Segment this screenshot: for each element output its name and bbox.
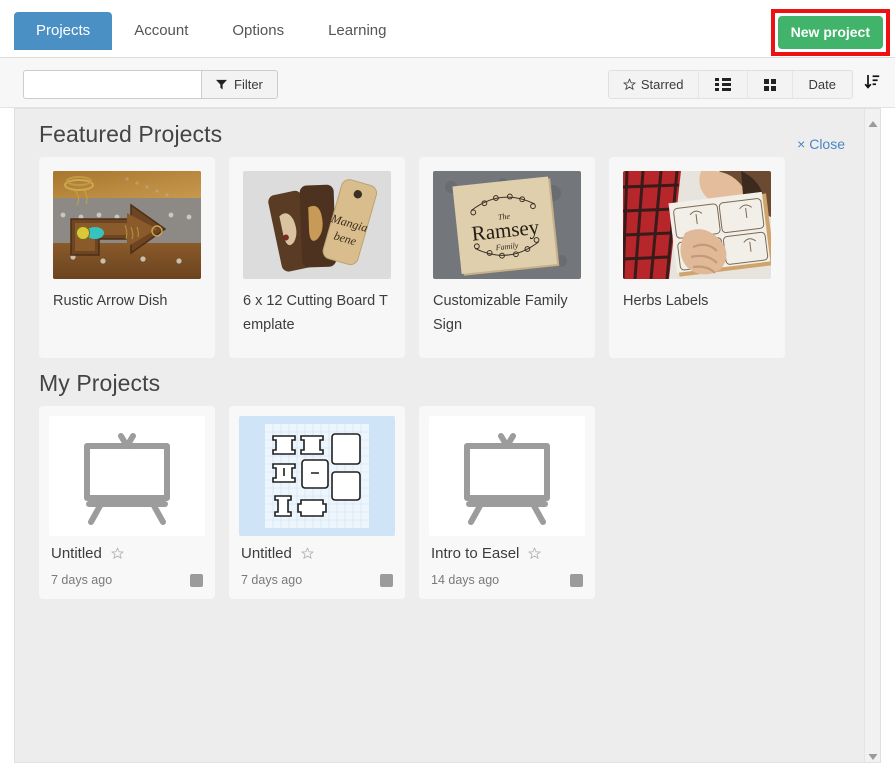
project-menu-icon[interactable]: [380, 573, 393, 587]
tab-projects[interactable]: Projects: [14, 12, 113, 50]
project-date: 7 days ago: [241, 573, 303, 587]
tab-projects-label: Projects: [36, 22, 91, 39]
project-title-row: Intro to Easel: [419, 536, 595, 562]
close-featured-link[interactable]: × Close: [797, 136, 845, 152]
project-meta-row: 14 days ago: [419, 562, 595, 599]
project-title: Intro to Easel: [431, 545, 520, 562]
list-view-button[interactable]: [697, 71, 747, 98]
search-group: Filter: [23, 70, 278, 99]
project-menu-icon[interactable]: [570, 573, 583, 587]
project-card[interactable]: Untitled 7 days ago: [229, 406, 405, 599]
ramsey-family-sign-photo: The Ramsey Family: [433, 171, 581, 279]
tab-bar: Projects Account Options Learning New pr…: [0, 0, 895, 58]
tab-account-label: Account: [134, 22, 189, 39]
sort-descending-icon: [864, 74, 880, 96]
rustic-arrow-dish-photo: [53, 171, 201, 279]
grid-view-button[interactable]: [746, 71, 792, 98]
star-outline-icon[interactable]: [301, 547, 314, 560]
content-scrollbar[interactable]: [864, 109, 880, 762]
project-meta-row: 7 days ago: [39, 562, 215, 599]
featured-project-card[interactable]: The Ramsey Family Customizable Family Si…: [419, 157, 595, 358]
featured-project-title: 6 x 12 Cutting Board Template: [243, 293, 388, 333]
featured-project-title: Rustic Arrow Dish: [53, 293, 168, 309]
grid-view-icon: [763, 78, 776, 91]
projects-toolbar: Filter Starred Date: [0, 58, 895, 108]
project-card[interactable]: Untitled 7 days ago: [39, 406, 215, 599]
tab-list: Projects Account Options Learning: [14, 12, 408, 50]
search-input[interactable]: [23, 70, 201, 99]
star-outline-icon[interactable]: [111, 547, 124, 560]
funnel-icon: [216, 79, 227, 90]
cnc-layout-preview: [239, 416, 395, 536]
my-projects-row: Untitled 7 days ago Untitled 7 days ago …: [39, 406, 863, 599]
featured-project-card[interactable]: Herbs Labels: [609, 157, 785, 358]
new-project-button[interactable]: New project: [777, 16, 883, 49]
projects-scroll-area: Featured Projects × Close Rustic Arrow D…: [15, 109, 863, 762]
filter-button[interactable]: Filter: [201, 70, 278, 99]
project-title-row: Untitled: [229, 536, 405, 562]
featured-project-card[interactable]: Rustic Arrow Dish: [39, 157, 215, 358]
cutting-board-tags-photo: Mangia bene: [243, 171, 391, 279]
featured-project-card[interactable]: Mangia bene 6 x 12 Cutting Board Templat…: [229, 157, 405, 358]
sort-field-button[interactable]: Date: [791, 71, 852, 98]
filter-label: Filter: [234, 77, 263, 92]
featured-project-title: Customizable Family Sign: [433, 293, 568, 333]
easel-placeholder-icon: [429, 416, 585, 536]
tab-account[interactable]: Account: [112, 12, 210, 50]
project-card[interactable]: Intro to Easel 14 days ago: [419, 406, 595, 599]
sort-field-label: Date: [808, 77, 836, 92]
tab-options[interactable]: Options: [210, 12, 306, 50]
starred-label: Starred: [640, 77, 684, 92]
list-view-icon: [714, 78, 731, 91]
project-menu-icon[interactable]: [190, 573, 203, 587]
project-meta-row: 7 days ago: [229, 562, 405, 599]
tab-learning-label: Learning: [328, 22, 387, 39]
my-projects-heading: My Projects: [39, 370, 161, 396]
view-options-group: Starred Date: [607, 70, 853, 99]
sort-direction-button[interactable]: [859, 70, 884, 99]
easel-placeholder-icon: [49, 416, 205, 536]
featured-project-title: Herbs Labels: [623, 293, 709, 309]
tab-options-label: Options: [232, 22, 285, 39]
herbs-labels-photo: [623, 171, 771, 279]
featured-projects-heading: Featured Projects: [39, 121, 223, 147]
star-outline-icon[interactable]: [528, 547, 542, 560]
featured-projects-row: Rustic Arrow Dish Mangia bene 6 x 12 Cut…: [39, 157, 863, 358]
project-date: 14 days ago: [431, 573, 500, 587]
projects-content-panel: Featured Projects × Close Rustic Arrow D…: [14, 108, 881, 763]
star-outline-icon: [623, 78, 636, 91]
caret-down-icon[interactable]: [868, 748, 878, 760]
project-title-row: Untitled: [39, 536, 215, 562]
starred-filter-button[interactable]: Starred: [609, 71, 698, 98]
caret-up-icon[interactable]: [868, 115, 878, 127]
tab-learning[interactable]: Learning: [306, 12, 408, 50]
app-window: Projects Account Options Learning New pr…: [0, 0, 895, 772]
project-title: Untitled: [241, 545, 292, 562]
project-date: 7 days ago: [51, 573, 113, 587]
project-title: Untitled: [51, 545, 102, 562]
new-project-highlight: New project: [770, 9, 890, 56]
